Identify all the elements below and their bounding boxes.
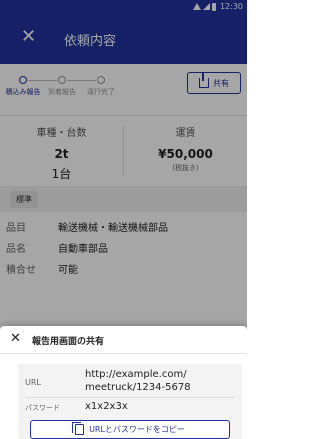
password-label: パスワード [25,404,60,412]
copy-icon [72,422,85,435]
panel-divider [25,397,235,398]
copy-button-label: URLとパスワードをコピー [89,425,185,434]
sheet-header: ✕ 報告用画面の共有 [0,326,247,354]
copy-url-password-button[interactable]: URLとパスワードをコピー [30,420,230,439]
sheet-title: 報告用画面の共有 [32,337,105,347]
screen: 12:30 ✕ 依頼内容 積込み報告 到着報告 運行完了 共有 車種・台数 2t… [0,0,247,439]
share-url: http://example.com/ meetruck/1234-5678 [85,368,191,394]
url-label: URL [25,378,41,387]
password-value: x1x2x3x [85,401,128,412]
share-info-panel: URL http://example.com/ meetruck/1234-56… [18,364,242,439]
close-icon[interactable]: ✕ [10,332,21,345]
share-url-line1: http://example.com/ [85,369,187,380]
share-bottom-sheet: ✕ 報告用画面の共有 URL http://example.com/ meetr… [0,326,247,439]
share-url-line2: meetruck/1234-5678 [85,382,191,393]
